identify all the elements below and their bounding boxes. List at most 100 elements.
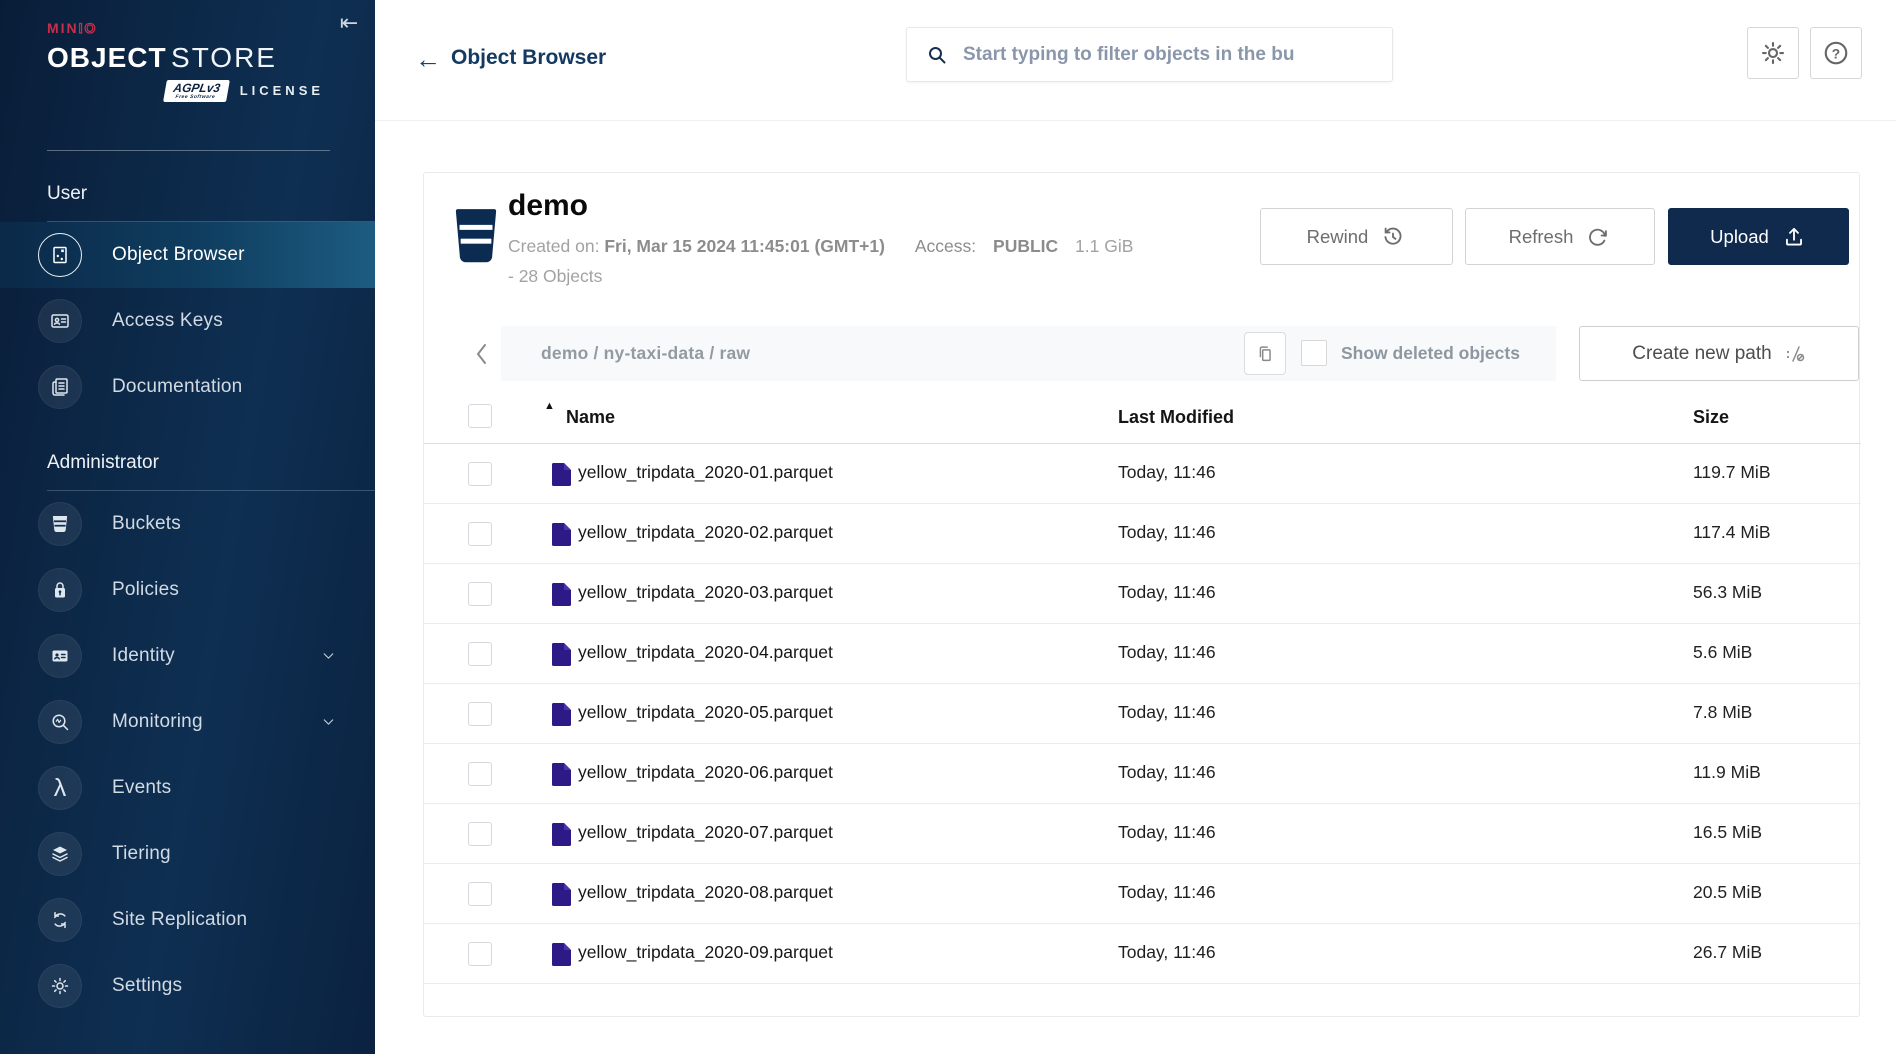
- refresh-button[interactable]: Refresh: [1465, 208, 1655, 265]
- table-row[interactable]: yellow_tripdata_2020-04.parquet Today, 11…: [424, 624, 1861, 684]
- table-row[interactable]: yellow_tripdata_2020-08.parquet Today, 11…: [424, 864, 1861, 924]
- object-name[interactable]: yellow_tripdata_2020-04.parquet: [578, 642, 833, 663]
- object-name[interactable]: yellow_tripdata_2020-06.parquet: [578, 762, 833, 783]
- rewind-icon: [1380, 224, 1406, 250]
- sidebar-nav: UserObject BrowserAccess KeysDocumentati…: [0, 151, 375, 1019]
- table-row[interactable]: yellow_tripdata_2020-06.parquetToday, 11…: [424, 744, 1861, 804]
- create-new-path-button[interactable]: Create new path: [1579, 326, 1859, 381]
- copy-icon: [1254, 343, 1276, 365]
- access-keys-icon: [38, 299, 82, 343]
- bucket-name: demo: [508, 189, 588, 223]
- object-last-modified: Today, 11:46: [1118, 822, 1216, 843]
- sidebar-item-events[interactable]: λ Events: [0, 755, 375, 821]
- show-deleted-label[interactable]: Show deleted objects: [1341, 326, 1520, 381]
- row-checkbox[interactable]: [468, 642, 492, 666]
- tiering-icon: [38, 832, 82, 876]
- help-button[interactable]: ?: [1810, 27, 1862, 79]
- sidebar-item-label: Events: [112, 777, 171, 799]
- column-header-name[interactable]: Name: [566, 407, 615, 428]
- copy-path-button[interactable]: [1244, 332, 1286, 375]
- object-name[interactable]: yellow_tripdata_2020-03.parquet: [578, 582, 833, 603]
- buckets-icon: [38, 502, 82, 546]
- agpl-badge: AGPLv3Free Software: [163, 80, 230, 102]
- object-name[interactable]: yellow_tripdata_2020-05.parquet: [578, 702, 833, 723]
- table-row[interactable]: yellow_tripdata_2020-05.parquetToday, 11…: [424, 684, 1861, 744]
- sidebar-item-identity[interactable]: Identity: [0, 623, 375, 689]
- sidebar-item-label: Buckets: [112, 513, 181, 535]
- create-path-icon: [1784, 343, 1806, 365]
- column-header-last-modified[interactable]: Last Modified: [1118, 407, 1234, 428]
- table-row[interactable]: yellow_tripdata_2020-07.parquet Today, 11…: [424, 804, 1861, 864]
- sidebar-item-policies[interactable]: Policies: [0, 557, 375, 623]
- page-title: Object Browser: [451, 46, 606, 70]
- sidebar-item-tiering[interactable]: Tiering: [0, 821, 375, 887]
- svg-text:?: ?: [1832, 46, 1840, 61]
- sidebar-item-buckets[interactable]: Buckets: [0, 491, 375, 557]
- object-name[interactable]: yellow_tripdata_2020-02.parquet: [578, 522, 833, 543]
- object-last-modified: Today, 11:46: [1118, 642, 1216, 663]
- object-size: 16.5 MiB: [1693, 822, 1762, 843]
- file-icon: [552, 463, 571, 486]
- settings-button[interactable]: [1747, 27, 1799, 79]
- settings-icon: [38, 964, 82, 1008]
- row-checkbox[interactable]: [468, 582, 492, 606]
- object-size: 5.6 MiB: [1693, 642, 1752, 663]
- site-replication-icon: [38, 898, 82, 942]
- row-checkbox[interactable]: [468, 942, 492, 966]
- row-checkbox[interactable]: [468, 462, 492, 486]
- events-icon: λ: [38, 766, 82, 810]
- minio-wordmark: MINIO: [47, 20, 337, 38]
- table-header: ▲ Name Last Modified Size: [424, 396, 1861, 444]
- row-checkbox[interactable]: [468, 882, 492, 906]
- show-deleted-checkbox[interactable]: [1301, 340, 1327, 366]
- sidebar-item-documentation[interactable]: Documentation: [0, 354, 375, 420]
- sidebar-item-settings[interactable]: Settings: [0, 953, 375, 1019]
- table-row[interactable]: yellow_tripdata_2020-01.parquetToday, 11…: [424, 444, 1861, 504]
- table-row[interactable]: yellow_tripdata_2020-09.parquetToday, 11…: [424, 924, 1861, 984]
- sidebar-item-label: Documentation: [112, 376, 242, 398]
- object-last-modified: Today, 11:46: [1118, 582, 1216, 603]
- search-input[interactable]: [963, 44, 1376, 66]
- object-name[interactable]: yellow_tripdata_2020-07.parquet: [578, 822, 833, 843]
- row-checkbox[interactable]: [468, 822, 492, 846]
- object-name[interactable]: yellow_tripdata_2020-09.parquet: [578, 942, 833, 963]
- sort-ascending-icon[interactable]: ▲: [544, 400, 555, 412]
- chevron-down-icon[interactable]: [320, 714, 337, 731]
- row-checkbox[interactable]: [468, 762, 492, 786]
- sidebar-item-label: Tiering: [112, 843, 171, 865]
- rewind-button[interactable]: Rewind: [1260, 208, 1453, 265]
- file-icon: [552, 583, 571, 606]
- filter-objects-search[interactable]: [906, 27, 1393, 82]
- select-all-checkbox[interactable]: [468, 404, 492, 428]
- object-size: 20.5 MiB: [1693, 882, 1762, 903]
- upload-button[interactable]: Upload: [1668, 208, 1849, 265]
- column-header-size[interactable]: Size: [1693, 407, 1729, 428]
- file-icon: [552, 523, 571, 546]
- identity-icon: [38, 634, 82, 678]
- monitoring-icon: [38, 700, 82, 744]
- sidebar-item-access-keys[interactable]: Access Keys: [0, 288, 375, 354]
- chevron-down-icon[interactable]: [320, 648, 337, 665]
- object-name[interactable]: yellow_tripdata_2020-08.parquet: [578, 882, 833, 903]
- back-arrow-icon[interactable]: ←: [415, 44, 441, 74]
- row-checkbox[interactable]: [468, 522, 492, 546]
- sidebar-item-monitoring[interactable]: Monitoring: [0, 689, 375, 755]
- search-icon: [925, 43, 949, 67]
- access-label: Access:: [915, 236, 976, 256]
- object-last-modified: Today, 11:46: [1118, 882, 1216, 903]
- table-row[interactable]: yellow_tripdata_2020-02.parquet Today, 11…: [424, 504, 1861, 564]
- breadcrumb[interactable]: demo / ny-taxi-data / raw: [541, 326, 750, 381]
- bucket-browser-card: demo Created on: Fri, Mar 15 2024 11:45:…: [423, 172, 1860, 1017]
- file-icon: [552, 823, 571, 846]
- sidebar-item-site-replication[interactable]: Site Replication: [0, 887, 375, 953]
- sidebar-item-label: Policies: [112, 579, 179, 601]
- sidebar-item-object-browser[interactable]: Object Browser: [0, 222, 375, 288]
- collapse-sidebar-icon[interactable]: ⇤: [336, 10, 362, 36]
- table-row[interactable]: yellow_tripdata_2020-03.parquet Today, 11…: [424, 564, 1861, 624]
- path-back-chevron[interactable]: [472, 326, 492, 381]
- file-icon: [552, 703, 571, 726]
- row-checkbox[interactable]: [468, 702, 492, 726]
- object-name[interactable]: yellow_tripdata_2020-01.parquet: [578, 462, 833, 483]
- object-last-modified: Today, 11:46: [1118, 522, 1216, 543]
- documentation-icon: [38, 365, 82, 409]
